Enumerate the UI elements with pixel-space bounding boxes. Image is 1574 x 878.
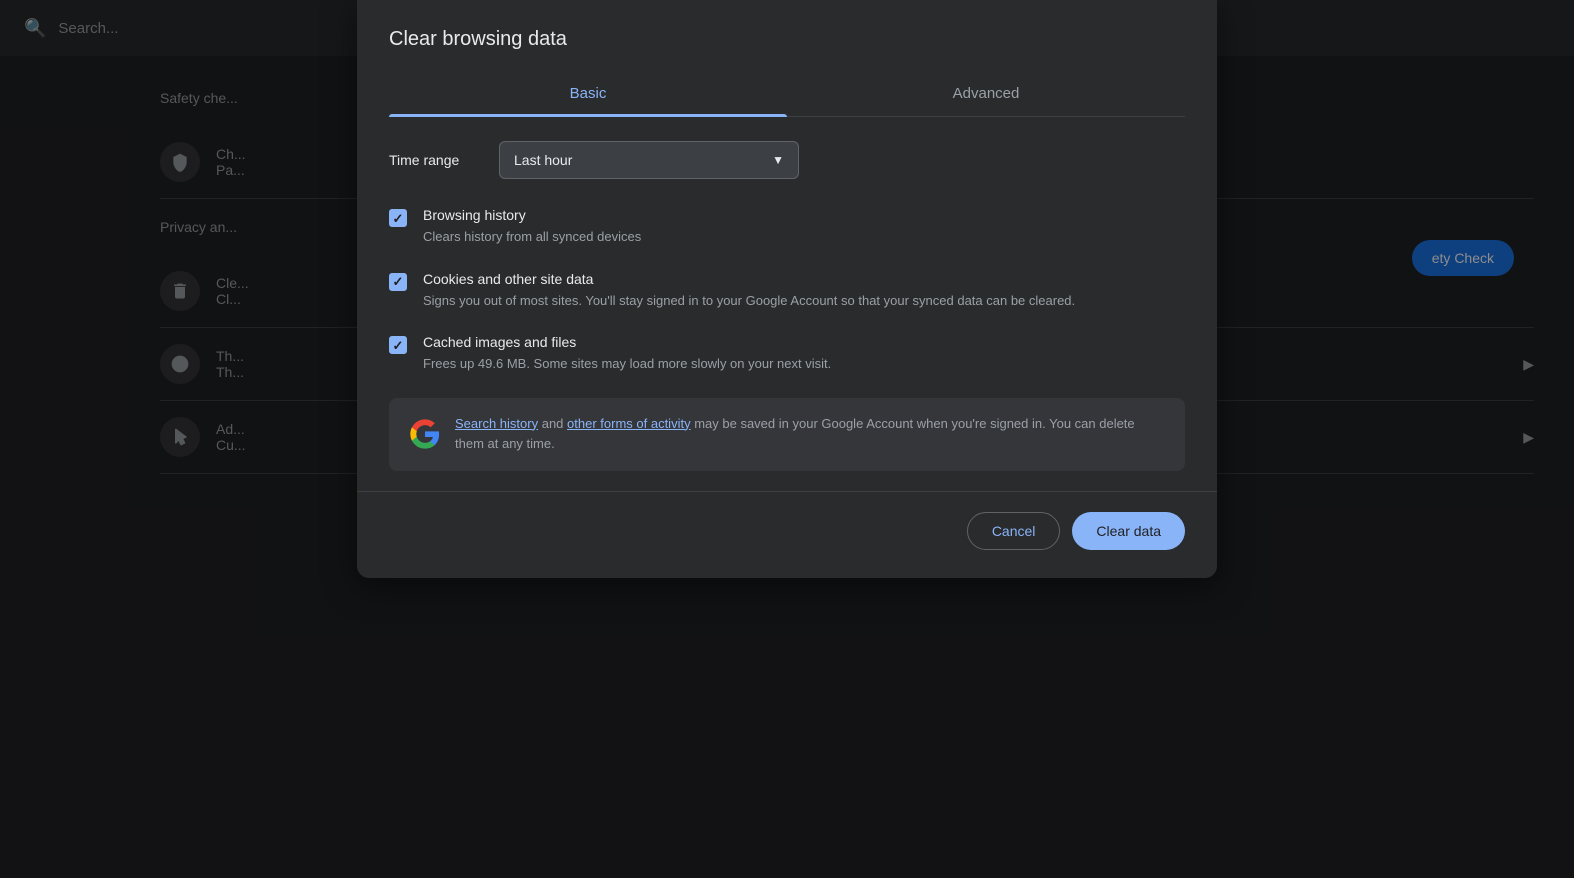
dropdown-arrow-icon: ▼ [772,153,784,167]
time-range-select[interactable]: Last hour ▼ [499,141,799,179]
info-connector: and [542,416,567,431]
tab-basic[interactable]: Basic [389,71,787,116]
browsing-history-desc: Clears history from all synced devices [423,227,641,247]
cached-desc: Frees up 49.6 MB. Some sites may load mo… [423,354,831,374]
cached-item: ✓ Cached images and files Frees up 49.6 … [389,334,1185,374]
time-range-value: Last hour [514,152,572,168]
cancel-button[interactable]: Cancel [967,512,1061,550]
cookies-checkbox[interactable]: ✓ [389,273,407,291]
dialog-tabs: Basic Advanced [389,71,1185,117]
other-activity-link[interactable]: other forms of activity [567,416,691,431]
time-range-row: Time range Last hour ▼ [389,141,1185,179]
search-history-link[interactable]: Search history [455,416,538,431]
browsing-history-checkbox[interactable]: ✓ [389,209,407,227]
cookies-item: ✓ Cookies and other site data Signs you … [389,271,1185,311]
checkmark-icon: ✓ [393,339,404,352]
cookies-content: Cookies and other site data Signs you ou… [423,271,1075,311]
time-range-label: Time range [389,152,479,168]
dialog-title: Clear browsing data [389,28,1185,51]
cookies-label: Cookies and other site data [423,271,1075,287]
cached-checkbox[interactable]: ✓ [389,336,407,354]
cached-label: Cached images and files [423,334,831,350]
browsing-history-label: Browsing history [423,207,641,223]
tab-advanced[interactable]: Advanced [787,71,1185,116]
clear-browsing-data-dialog: Clear browsing data Basic Advanced Time … [357,0,1217,578]
dialog-header: Clear browsing data Basic Advanced [357,0,1217,117]
cached-content: Cached images and files Frees up 49.6 MB… [423,334,831,374]
clear-data-button[interactable]: Clear data [1072,512,1185,550]
checkmark-icon: ✓ [393,212,404,225]
dialog-footer: Cancel Clear data [357,491,1217,578]
checkmark-icon: ✓ [393,275,404,288]
browsing-history-item: ✓ Browsing history Clears history from a… [389,207,1185,247]
browsing-history-content: Browsing history Clears history from all… [423,207,641,247]
google-account-info-box: Search history and other forms of activi… [389,398,1185,472]
google-account-info-text: Search history and other forms of activi… [455,414,1165,456]
cookies-desc: Signs you out of most sites. You'll stay… [423,291,1075,311]
dialog-body: Time range Last hour ▼ ✓ Browsing histor… [357,117,1217,471]
google-logo-icon [409,418,441,450]
